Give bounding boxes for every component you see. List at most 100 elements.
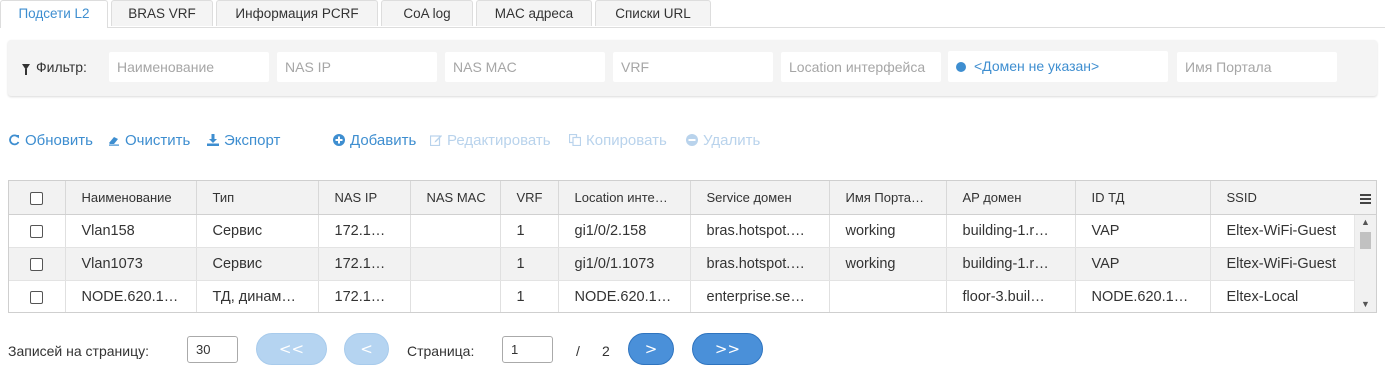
- column-header[interactable]: Service домен: [690, 181, 830, 215]
- clear-button[interactable]: Очистить: [108, 132, 190, 149]
- table-cell: VAP: [1075, 214, 1211, 248]
- name-filter-input[interactable]: [109, 52, 269, 82]
- tab-coa-log[interactable]: CoA log: [381, 0, 473, 26]
- scroll-up-icon[interactable]: ▲: [1361, 217, 1370, 227]
- last-page-button[interactable]: >>: [692, 333, 763, 365]
- table-cell: gi1/0/2.158: [558, 214, 691, 248]
- table-cell: building-1.r…: [946, 247, 1076, 281]
- edit-button[interactable]: Редактировать: [430, 132, 551, 149]
- table-cell: enterprise.se…: [690, 280, 830, 312]
- filter-label: Фильтр:: [22, 59, 87, 75]
- table-cell: bras.hotspot.…: [690, 214, 830, 248]
- add-label: Добавить: [350, 132, 417, 149]
- edit-label: Редактировать: [447, 132, 551, 149]
- column-menu-button[interactable]: [1355, 181, 1376, 215]
- table-row[interactable]: NODE.620.1… ТД, динам… 172.1… 1 NODE.620…: [9, 280, 1357, 312]
- per-page-input[interactable]: [187, 336, 238, 363]
- row-select-cell: [9, 280, 66, 312]
- column-header[interactable]: Location инте…: [558, 181, 691, 215]
- table-cell: 172.1…: [318, 247, 411, 281]
- table-cell: 1: [500, 247, 559, 281]
- next-page-button[interactable]: >: [628, 333, 674, 365]
- domain-value: <Домен не указан>: [974, 58, 1100, 74]
- table-cell: Vlan158: [65, 214, 197, 248]
- pagination: Записей на страницу: << < Страница: / 2 …: [0, 332, 1385, 368]
- total-pages: 2: [602, 343, 610, 359]
- row-checkbox[interactable]: [30, 257, 44, 271]
- row-checkbox[interactable]: [30, 290, 44, 304]
- clear-label: Очистить: [125, 132, 191, 149]
- add-button[interactable]: Добавить: [333, 132, 416, 149]
- table-cell: 1: [500, 214, 559, 248]
- location-filter-input[interactable]: [781, 52, 941, 82]
- domain-selector[interactable]: <Домен не указан>: [948, 51, 1168, 82]
- table-row[interactable]: Vlan1073 Сервис 172.1… 1 gi1/0/1.1073 br…: [9, 247, 1357, 281]
- scrollbar-thumb[interactable]: [1360, 232, 1371, 249]
- refresh-button[interactable]: Обновить: [8, 132, 93, 149]
- scroll-down-icon[interactable]: ▼: [1361, 299, 1370, 309]
- row-select-cell: [9, 247, 66, 281]
- page-input[interactable]: [502, 336, 553, 363]
- table-cell: NODE.620.1…: [1075, 280, 1211, 312]
- copy-label: Копировать: [586, 132, 667, 149]
- export-label: Экспорт: [224, 132, 281, 149]
- per-page-label: Записей на страницу:: [8, 343, 149, 359]
- prev-page-button[interactable]: <: [344, 333, 389, 365]
- portal-filter-input[interactable]: [1177, 52, 1337, 82]
- table-cell: gi1/0/1.1073: [558, 247, 691, 281]
- column-header[interactable]: NAS MAC: [410, 181, 501, 215]
- column-header[interactable]: ID ТД: [1075, 181, 1211, 215]
- vrf-filter-input[interactable]: [613, 52, 773, 82]
- delete-label: Удалить: [703, 132, 761, 149]
- tab-l2-subnets[interactable]: Подсети L2: [0, 0, 108, 28]
- column-header[interactable]: AP домен: [946, 181, 1076, 215]
- filter-label-text: Фильтр:: [36, 59, 87, 75]
- tab-url-lists[interactable]: Списки URL: [595, 0, 711, 26]
- tab-bras-vrf[interactable]: BRAS VRF: [111, 0, 213, 26]
- refresh-icon: [9, 134, 20, 146]
- table-cell: VAP: [1075, 247, 1211, 281]
- tab-mac-addresses[interactable]: MAC адреса: [476, 0, 592, 26]
- copy-button[interactable]: Копировать: [569, 132, 667, 149]
- eraser-icon: [109, 137, 119, 146]
- column-header[interactable]: SSID: [1210, 181, 1357, 215]
- row-checkbox[interactable]: [30, 224, 44, 238]
- nas-ip-filter-input[interactable]: [277, 52, 437, 82]
- edit-icon: [430, 135, 442, 146]
- table-header: Наименование Тип NAS IP NAS MAC VRF Loca…: [9, 181, 1357, 215]
- table-cell: Eltex-Local: [1210, 280, 1357, 312]
- table-cell: 172.1…: [318, 214, 411, 248]
- table-cell: 1: [500, 280, 559, 312]
- table-cell: working: [829, 214, 947, 248]
- table-cell: floor-3.buil…: [946, 280, 1076, 312]
- column-header[interactable]: NAS IP: [318, 181, 411, 215]
- plus-circle-icon: [333, 134, 345, 146]
- table-cell: working: [829, 247, 947, 281]
- table-cell: NODE.620.1…: [65, 280, 197, 312]
- copy-icon: [569, 134, 581, 146]
- column-header[interactable]: Тип: [196, 181, 319, 215]
- minus-circle-icon: [686, 134, 698, 146]
- first-page-button[interactable]: <<: [256, 333, 327, 365]
- select-all-checkbox[interactable]: [30, 192, 44, 206]
- nas-mac-filter-input[interactable]: [445, 52, 605, 82]
- table-row[interactable]: Vlan158 Сервис 172.1… 1 gi1/0/2.158 bras…: [9, 214, 1357, 248]
- table-cell: Сервис: [196, 214, 319, 248]
- filter-panel: Фильтр: <Домен не указан>: [8, 40, 1377, 96]
- table-cell: Eltex-WiFi-Guest: [1210, 214, 1357, 248]
- export-button[interactable]: Экспорт: [207, 132, 280, 149]
- delete-button[interactable]: Удалить: [686, 132, 760, 149]
- vertical-scrollbar[interactable]: ▲ ▼: [1354, 215, 1376, 312]
- column-header[interactable]: Имя Порта…: [829, 181, 947, 215]
- row-select-cell: [9, 214, 66, 248]
- filter-icon: [22, 64, 30, 75]
- data-table: Наименование Тип NAS IP NAS MAC VRF Loca…: [9, 181, 1357, 312]
- download-icon: [207, 134, 219, 146]
- table-cell: building-1.r…: [946, 214, 1076, 248]
- page-separator: /: [576, 343, 580, 359]
- data-grid: Наименование Тип NAS IP NAS MAC VRF Loca…: [8, 180, 1377, 313]
- tab-pcrf-info[interactable]: Информация PCRF: [216, 0, 378, 26]
- table-cell: ТД, динам…: [196, 280, 319, 312]
- column-header[interactable]: VRF: [500, 181, 559, 215]
- column-header[interactable]: Наименование: [65, 181, 197, 215]
